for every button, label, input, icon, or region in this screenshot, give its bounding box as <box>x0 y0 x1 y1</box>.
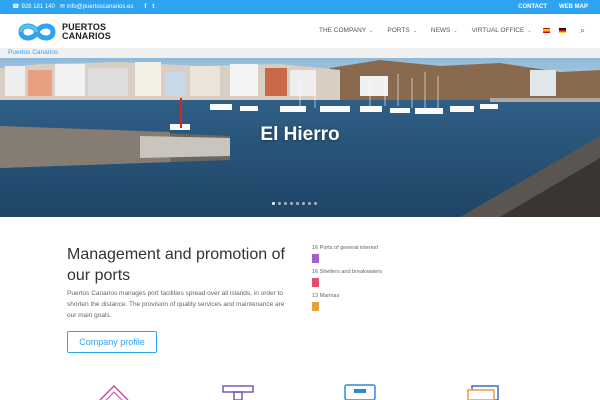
intro-title: Management and promotion of our ports <box>67 246 285 284</box>
chevron-down-icon: ⌄ <box>453 27 458 34</box>
phone-icon: ☎ <box>12 4 20 10</box>
company-profile-button[interactable]: Company profile <box>67 331 157 353</box>
stat-bar <box>312 278 319 287</box>
nav-item-label: PORTS <box>387 27 410 34</box>
email-item[interactable]: ✉ info@puertoscanarios.es <box>60 4 134 10</box>
stat-item: 13 Marinas <box>312 292 462 311</box>
chevron-down-icon: ⌄ <box>369 27 374 34</box>
envelope-icon: ✉ <box>59 4 65 10</box>
nav-item-company[interactable]: THE COMPANY ⌄ <box>319 27 373 34</box>
slide-title: El Hierro <box>260 124 340 145</box>
phone-number: 928 181 140 <box>21 4 55 10</box>
breadcrumb: Puertos Canarios <box>0 48 600 58</box>
logo-line-2: Canarios <box>62 31 111 41</box>
stat-label: 16 Shelters and breakwaters <box>312 269 383 275</box>
main-nav: THE COMPANY ⌄ PORTS ⌄ NEWS ⌄ VIRTUAL OFF… <box>319 27 532 34</box>
contact-link[interactable]: CONTACT <box>518 4 547 10</box>
stat-item: 16 Shelters and breakwaters <box>312 268 462 287</box>
slider-dot[interactable] <box>272 202 275 205</box>
stat-bar <box>312 302 319 311</box>
main-header: Puertos Canarios THE COMPANY ⌄ PORTS ⌄ N… <box>0 14 600 50</box>
slider-dot[interactable] <box>290 202 293 205</box>
web-map-link[interactable]: WEB MAP <box>559 4 588 10</box>
logo-mark-icon <box>18 23 56 41</box>
hero-slider[interactable]: El Hierro <box>0 58 600 217</box>
logo[interactable]: Puertos Canarios <box>16 20 111 44</box>
logo-text: Puertos Canarios <box>62 23 111 41</box>
nav-item-label: THE COMPANY <box>319 27 367 34</box>
intro-text: Puertos Canarios manages port facilities… <box>67 290 285 319</box>
phone-item[interactable]: ☎ 928 181 140 <box>12 4 55 10</box>
anchor-icon[interactable] <box>220 382 256 400</box>
stat-bar <box>312 254 319 263</box>
nav-item-label: VIRTUAL OFFICE <box>471 27 525 34</box>
facebook-icon[interactable]: f <box>144 4 146 10</box>
top-bar: ☎ 928 181 140 ✉ info@puertoscanarios.es … <box>0 0 600 14</box>
stat-label: 16 Ports of general interest <box>312 245 379 251</box>
breadcrumb-label[interactable]: Puertos Canarios <box>8 49 58 56</box>
nav-item-ports[interactable]: PORTS ⌄ <box>387 27 416 34</box>
es-flag-icon[interactable] <box>543 28 550 33</box>
nav-item-news[interactable]: NEWS ⌄ <box>431 27 458 34</box>
de-flag-icon[interactable] <box>559 28 566 33</box>
stat-item: 16 Ports of general interest <box>312 244 462 263</box>
slider-dot[interactable] <box>278 202 281 205</box>
stat-label: 13 Marinas <box>312 293 340 299</box>
document-icon[interactable] <box>342 382 378 400</box>
computer-icon[interactable] <box>466 382 502 400</box>
slider-dot[interactable] <box>296 202 299 205</box>
email-address: info@puertoscanarios.es <box>66 4 134 10</box>
globe-icon[interactable] <box>96 382 132 400</box>
twitter-icon[interactable]: t <box>152 4 154 10</box>
slider-dot[interactable] <box>308 202 311 205</box>
chevron-down-icon: ⌄ <box>412 27 417 34</box>
search-icon[interactable]: ⌕ <box>580 25 585 36</box>
slider-dots <box>272 202 317 205</box>
slider-dot[interactable] <box>302 202 305 205</box>
slider-dot[interactable] <box>284 202 287 205</box>
nav-item-label: NEWS <box>430 27 451 34</box>
stats-list: 16 Ports of general interest 16 Shelters… <box>312 244 462 316</box>
nav-item-virtual-office[interactable]: VIRTUAL OFFICE ⌄ <box>472 27 532 34</box>
slider-dot[interactable] <box>314 202 317 205</box>
chevron-down-icon: ⌄ <box>527 27 532 34</box>
features-row <box>0 382 600 400</box>
